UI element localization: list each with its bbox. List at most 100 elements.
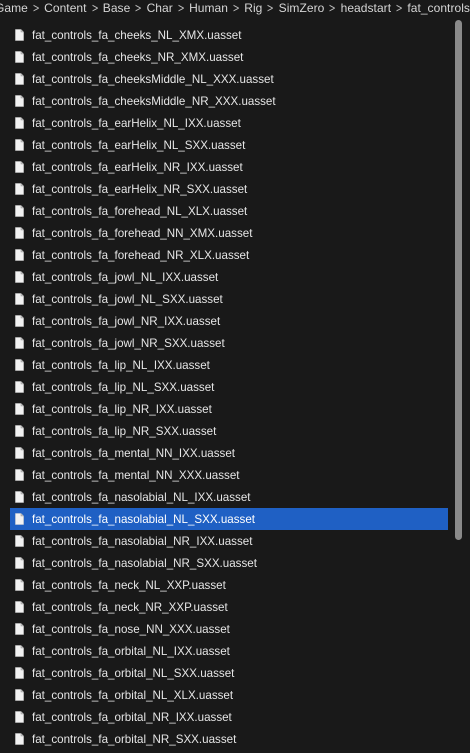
file-name: fat_controls_fa_cheeks_NL_XMX.uasset — [32, 28, 242, 42]
file-name: fat_controls_fa_jowl_NL_SXX.uasset — [32, 292, 223, 306]
breadcrumb: Game>Content>Base>Char>Human>Rig>SimZero… — [0, 0, 470, 16]
breadcrumb-item[interactable]: fat_controls — [407, 1, 470, 15]
file-name: fat_controls_fa_earHelix_NL_SXX.uasset — [32, 138, 246, 152]
document-icon — [15, 403, 24, 415]
file-row[interactable]: fat_controls_fa_orbital_NR_IXX.uasset — [10, 706, 448, 728]
file-row[interactable]: fat_controls_fa_orbital_NL_XLX.uasset — [10, 684, 448, 706]
file-name: fat_controls_fa_nasolabial_NL_SXX.uasset — [32, 512, 256, 526]
file-row[interactable]: fat_controls_fa_mental_NN_XXX.uasset — [10, 464, 448, 486]
file-row[interactable]: fat_controls_fa_orbital_NL_SXX.uasset — [10, 662, 448, 684]
document-icon — [15, 623, 24, 635]
file-name: fat_controls_fa_nasolabial_NR_SXX.uasset — [32, 556, 257, 570]
file-name: fat_controls_fa_nose_NN_XXX.uasset — [32, 622, 230, 636]
file-row[interactable]: fat_controls_fa_earHelix_NL_SXX.uasset — [10, 134, 448, 156]
breadcrumb-item[interactable]: SimZero — [279, 1, 325, 15]
file-row[interactable]: fat_controls_fa_orbital_NL_IXX.uasset — [10, 640, 448, 662]
document-icon — [15, 601, 24, 613]
breadcrumb-item[interactable]: Game — [0, 1, 28, 15]
file-row[interactable]: fat_controls_fa_jowl_NL_IXX.uasset — [10, 266, 448, 288]
file-name: fat_controls_fa_orbital_NL_IXX.uasset — [32, 644, 230, 658]
file-row[interactable]: fat_controls_fa_nasolabial_NR_SXX.uasset — [10, 552, 448, 574]
file-name: fat_controls_fa_cheeks_NR_XMX.uasset — [32, 50, 244, 64]
file-row[interactable]: fat_controls_fa_cheeks_NL_XMX.uasset — [10, 24, 448, 46]
file-name: fat_controls_fa_orbital_NL_XLX.uasset — [32, 688, 234, 702]
file-name: fat_controls_fa_cheeksMiddle_NL_XXX.uass… — [32, 72, 274, 86]
document-icon — [15, 293, 24, 305]
file-name: fat_controls_fa_jowl_NL_IXX.uasset — [32, 270, 219, 284]
file-name: fat_controls_fa_orbital_NR_SXX.uasset — [32, 732, 237, 746]
file-name: fat_controls_fa_orbital_NR_IXX.uasset — [32, 710, 232, 724]
breadcrumb-item[interactable]: Rig — [244, 1, 262, 15]
file-row[interactable]: fat_controls_fa_lip_NL_IXX.uasset — [10, 354, 448, 376]
file-name: fat_controls_fa_lip_NR_IXX.uasset — [32, 402, 212, 416]
file-name: fat_controls_fa_nasolabial_NL_IXX.uasset — [32, 490, 251, 504]
vertical-scrollbar[interactable] — [455, 20, 463, 753]
chevron-right-icon: > — [266, 1, 275, 15]
document-icon — [15, 381, 24, 393]
file-name: fat_controls_fa_neck_NR_XXP.uasset — [32, 600, 228, 614]
file-row[interactable]: fat_controls_fa_earHelix_NR_SXX.uasset — [10, 178, 448, 200]
file-row[interactable]: fat_controls_fa_forehead_NR_XLX.uasset — [10, 244, 448, 266]
document-icon — [15, 469, 24, 481]
file-row[interactable]: fat_controls_fa_neck_NR_XXP.uasset — [10, 596, 448, 618]
file-row[interactable]: fat_controls_fa_jowl_NR_SXX.uasset — [10, 332, 448, 354]
document-icon — [15, 667, 24, 679]
breadcrumb-item[interactable]: Human — [189, 1, 228, 15]
document-icon — [15, 689, 24, 701]
file-row[interactable]: fat_controls_fa_lip_NL_SXX.uasset — [10, 376, 448, 398]
chevron-right-icon: > — [134, 1, 143, 15]
file-name: fat_controls_fa_jowl_NR_IXX.uasset — [32, 314, 221, 328]
file-name: fat_controls_fa_lip_NL_IXX.uasset — [32, 358, 210, 372]
file-name: fat_controls_fa_lip_NR_SXX.uasset — [32, 424, 217, 438]
chevron-right-icon: > — [232, 1, 240, 15]
file-name: fat_controls_fa_mental_NN_IXX.uasset — [32, 446, 236, 460]
file-row[interactable]: fat_controls_fa_mental_NN_IXX.uasset — [10, 442, 448, 464]
document-icon — [15, 227, 24, 239]
document-icon — [15, 711, 24, 723]
file-row[interactable]: fat_controls_fa_jowl_NR_IXX.uasset — [10, 310, 448, 332]
file-row[interactable]: fat_controls_fa_forehead_NN_XMX.uasset — [10, 222, 448, 244]
file-row[interactable]: fat_controls_fa_nasolabial_NL_IXX.uasset — [10, 486, 448, 508]
file-row[interactable]: fat_controls_fa_cheeksMiddle_NL_XXX.uass… — [10, 68, 448, 90]
document-icon — [15, 425, 24, 437]
document-icon — [15, 557, 24, 569]
file-row[interactable]: fat_controls_fa_cheeks_NR_XMX.uasset — [10, 46, 448, 68]
file-explorer-window: Game>Content>Base>Char>Human>Rig>SimZero… — [0, 0, 470, 753]
breadcrumb-item[interactable]: Content — [44, 1, 86, 15]
file-row[interactable]: fat_controls_fa_neck_NL_XXP.uasset — [10, 574, 448, 596]
file-name: fat_controls_fa_nasolabial_NR_IXX.uasset — [32, 534, 253, 548]
breadcrumb-item[interactable]: Base — [103, 1, 131, 15]
file-row[interactable]: fat_controls_fa_nasolabial_NL_SXX.uasset — [10, 508, 448, 530]
chevron-right-icon: > — [32, 1, 40, 15]
breadcrumb-item[interactable]: headstart — [341, 1, 391, 15]
file-row[interactable]: fat_controls_fa_earHelix_NL_IXX.uasset — [10, 112, 448, 134]
document-icon — [15, 447, 24, 459]
file-name: fat_controls_fa_forehead_NN_XMX.uasset — [32, 226, 253, 240]
document-icon — [15, 579, 24, 591]
document-icon — [15, 249, 24, 261]
document-icon — [15, 117, 24, 129]
file-row[interactable]: fat_controls_fa_jowl_NL_SXX.uasset — [10, 288, 448, 310]
document-icon — [15, 645, 24, 657]
file-row[interactable]: fat_controls_fa_lip_NR_IXX.uasset — [10, 398, 448, 420]
file-name: fat_controls_fa_jowl_NR_SXX.uasset — [32, 336, 225, 350]
document-icon — [15, 535, 24, 547]
document-icon — [15, 315, 24, 327]
file-row[interactable]: fat_controls_fa_earHelix_NR_IXX.uasset — [10, 156, 448, 178]
file-name: fat_controls_fa_earHelix_NL_IXX.uasset — [32, 116, 241, 130]
document-icon — [15, 491, 24, 503]
file-row[interactable]: fat_controls_fa_cheeksMiddle_NR_XXX.uass… — [10, 90, 448, 112]
file-name: fat_controls_fa_lip_NL_SXX.uasset — [32, 380, 215, 394]
breadcrumb-item[interactable]: Char — [147, 1, 173, 15]
document-icon — [15, 51, 24, 63]
file-row[interactable]: fat_controls_fa_forehead_NL_XLX.uasset — [10, 200, 448, 222]
file-name: fat_controls_fa_earHelix_NR_IXX.uasset — [32, 160, 243, 174]
document-icon — [15, 95, 24, 107]
file-list: fat_controls_fa_cheeks_NL_XMX.uasset fat_… — [10, 24, 448, 750]
file-row[interactable]: fat_controls_fa_orbital_NR_SXX.uasset — [10, 728, 448, 750]
file-row[interactable]: fat_controls_fa_lip_NR_SXX.uasset — [10, 420, 448, 442]
document-icon — [15, 359, 24, 371]
file-row[interactable]: fat_controls_fa_nose_NN_XXX.uasset — [10, 618, 448, 640]
scrollbar-thumb[interactable] — [455, 20, 462, 540]
file-row[interactable]: fat_controls_fa_nasolabial_NR_IXX.uasset — [10, 530, 448, 552]
